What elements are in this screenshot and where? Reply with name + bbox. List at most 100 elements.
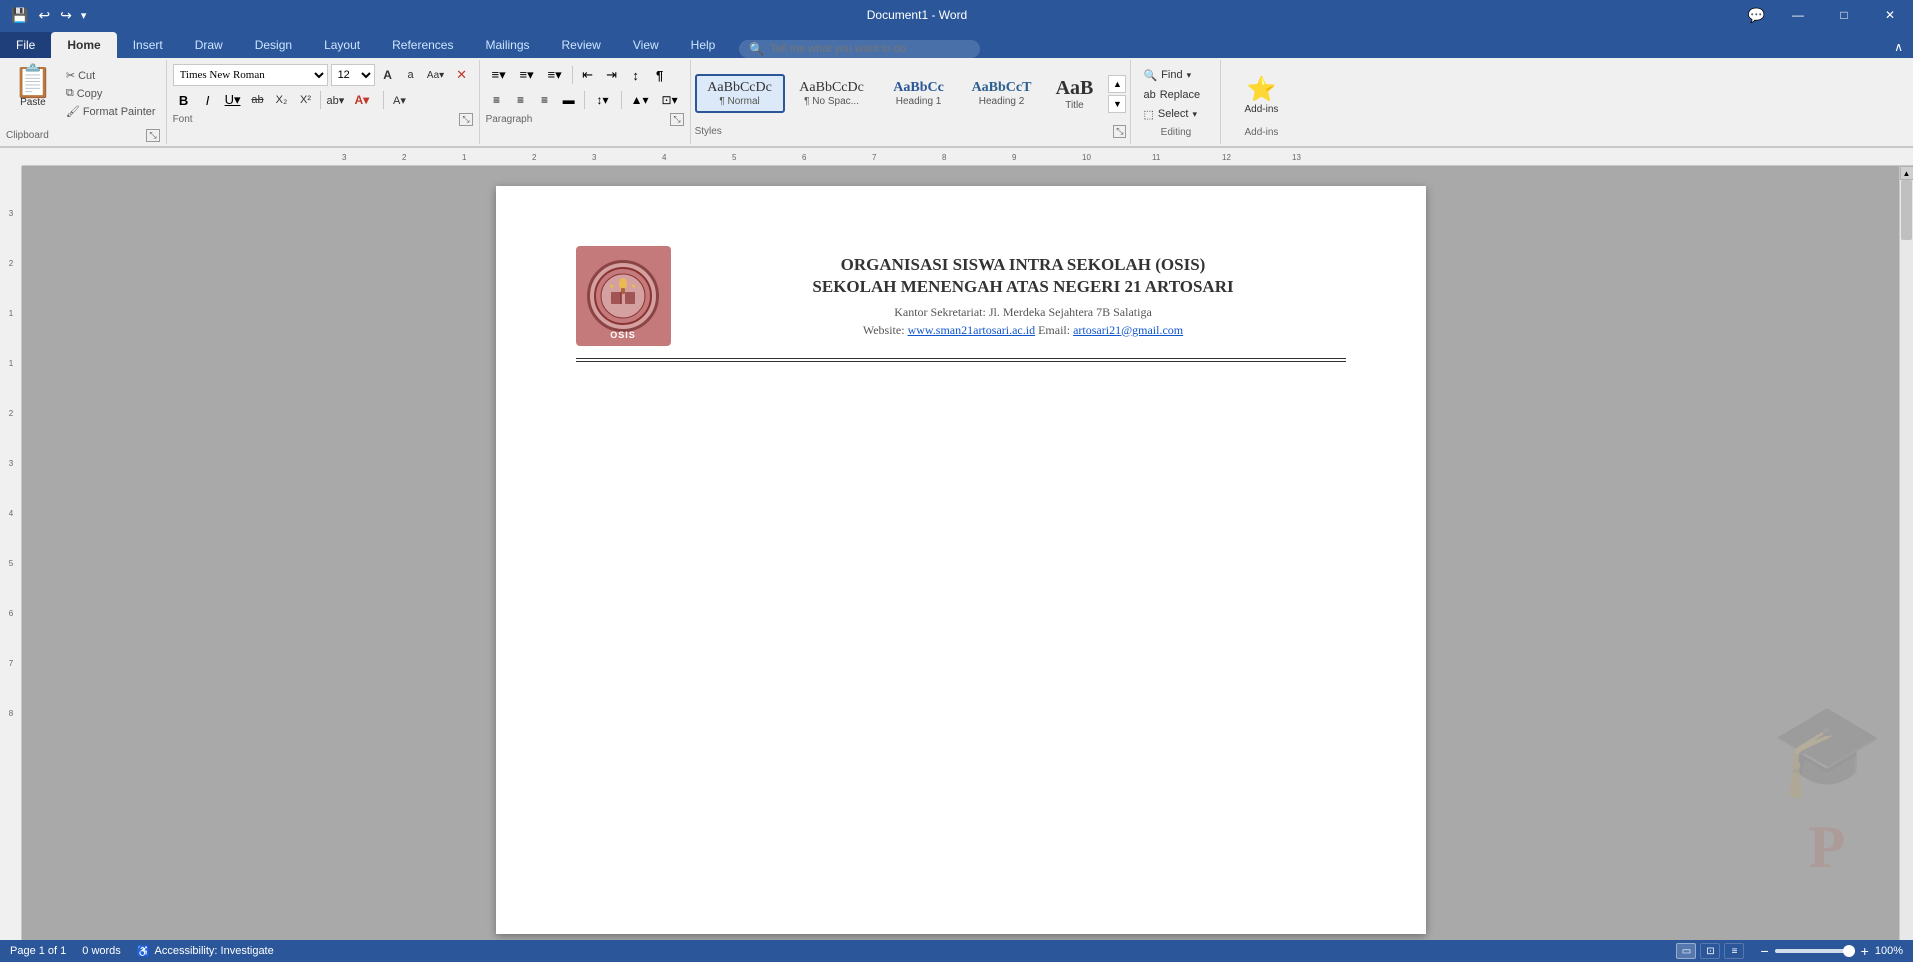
collapse-ribbon-btn[interactable]: ∧: [1884, 36, 1913, 58]
styles-scroll-down-btn[interactable]: ▼: [1108, 95, 1126, 113]
format-painter-button[interactable]: 🖌 Format Painter: [62, 103, 160, 120]
select-btn[interactable]: ⬚ Select▾: [1139, 106, 1212, 123]
tab-layout[interactable]: Layout: [308, 32, 376, 58]
tab-home[interactable]: Home: [51, 32, 116, 58]
style-no-spacing[interactable]: AaBbCcDc ¶ No Spac...: [787, 75, 877, 112]
shading-btn[interactable]: ▲▾: [626, 89, 654, 111]
align-center-btn[interactable]: ≡: [510, 89, 532, 111]
copy-button[interactable]: ⧉ Copy: [62, 85, 160, 102]
subscript-btn[interactable]: X₂: [270, 89, 292, 111]
email-link[interactable]: artosari21@gmail.com: [1073, 323, 1183, 337]
tab-review[interactable]: Review: [546, 32, 617, 58]
vertical-scrollbar[interactable]: ▲ ▼: [1899, 166, 1913, 954]
close-btn[interactable]: ✕: [1867, 0, 1913, 30]
align-right-btn[interactable]: ≡: [534, 89, 556, 111]
scrollbar-up-btn[interactable]: ▲: [1900, 166, 1913, 180]
paragraph-expand-icon[interactable]: ⤡: [670, 113, 683, 126]
clear-formatting-btn[interactable]: ✕: [451, 64, 473, 86]
maximize-btn[interactable]: □: [1821, 0, 1867, 30]
line-spacing-btn[interactable]: ↕▾: [589, 89, 617, 111]
web-layout-btn[interactable]: ⊡: [1700, 943, 1720, 959]
text-effects-btn[interactable]: A▾: [388, 89, 410, 111]
decrease-indent-btn[interactable]: ⇤: [577, 64, 599, 86]
font-size-select[interactable]: 12: [331, 64, 375, 86]
tab-insert[interactable]: Insert: [117, 32, 179, 58]
org-website-line: Website: www.sman21artosari.ac.id Email:…: [701, 323, 1346, 338]
svg-text:★: ★: [609, 283, 614, 290]
scrollbar-thumb[interactable]: [1901, 180, 1912, 240]
text-highlight-btn[interactable]: ab▾: [325, 89, 351, 111]
page[interactable]: ★ ★ OSIS ORGANISASI SISWA INTRA SEKOLAH …: [496, 186, 1426, 934]
borders-btn[interactable]: ⊡▾: [656, 89, 684, 111]
styles-scroll-up-btn[interactable]: ▲: [1108, 75, 1126, 93]
italic-btn[interactable]: I: [197, 89, 219, 111]
svg-text:1: 1: [8, 359, 13, 368]
logo-text: OSIS: [610, 330, 636, 340]
tab-mailings[interactable]: Mailings: [469, 32, 545, 58]
clipboard-expand-icon[interactable]: ⤡: [146, 129, 159, 142]
minimize-btn[interactable]: —: [1775, 0, 1821, 30]
tab-file[interactable]: File: [0, 32, 51, 58]
style-heading1[interactable]: AaBbCc Heading 1: [879, 75, 959, 112]
read-mode-btn[interactable]: ≡: [1724, 943, 1744, 959]
font-expand-icon[interactable]: ⤡: [459, 113, 472, 126]
styles-expand-icon[interactable]: ⤡: [1113, 125, 1126, 138]
select-icon: ⬚: [1143, 108, 1153, 121]
tab-help[interactable]: Help: [675, 32, 732, 58]
style-normal[interactable]: AaBbCcDc ¶ Normal: [695, 74, 785, 113]
zoom-thumb[interactable]: [1843, 945, 1855, 957]
svg-text:8: 8: [942, 153, 947, 162]
bold-btn[interactable]: B: [173, 89, 195, 111]
org-name-2: SEKOLAH MENENGAH ATAS NEGERI 21 ARTOSARI: [701, 277, 1346, 297]
redo-qat-btn[interactable]: ↪: [57, 5, 75, 26]
zoom-out-btn[interactable]: −: [1760, 943, 1768, 959]
find-btn[interactable]: 🔍 Find▾: [1139, 67, 1212, 84]
style-title[interactable]: AaB Title: [1044, 72, 1104, 116]
customize-qat-btn[interactable]: ▾: [79, 7, 89, 24]
addins-btn[interactable]: ⭐ Add-ins: [1236, 70, 1288, 120]
zoom-slider[interactable]: [1775, 949, 1855, 953]
svg-text:3: 3: [8, 209, 13, 218]
strikethrough-btn[interactable]: ab: [246, 89, 268, 111]
font-shrink-btn[interactable]: a: [401, 64, 421, 86]
sort-btn[interactable]: ↕: [625, 64, 647, 86]
tab-design[interactable]: Design: [239, 32, 308, 58]
save-qat-btn[interactable]: 💾: [8, 5, 31, 26]
ruler-svg: 3 2 1 2 3 4 5 6 7 8 9 10 11 12 13: [22, 148, 1913, 166]
superscript-btn[interactable]: X²: [294, 89, 316, 111]
document-content[interactable]: [576, 382, 1346, 782]
print-layout-btn[interactable]: ▭: [1676, 943, 1696, 959]
tab-view[interactable]: View: [617, 32, 675, 58]
svg-text:10: 10: [1082, 153, 1091, 162]
style-heading2[interactable]: AaBbCcT Heading 2: [961, 75, 1043, 112]
numbering-btn[interactable]: ≡▾: [514, 64, 540, 86]
increase-indent-btn[interactable]: ⇥: [601, 64, 623, 86]
bullets-btn[interactable]: ≡▾: [486, 64, 512, 86]
font-color-btn[interactable]: A▾: [353, 89, 379, 111]
underline-btn[interactable]: U▾: [221, 89, 245, 111]
paste-button[interactable]: 📋 Paste: [6, 60, 60, 127]
search-input[interactable]: [770, 43, 970, 55]
change-case-btn[interactable]: Aa▾: [424, 64, 448, 86]
svg-text:4: 4: [662, 153, 667, 162]
tab-references[interactable]: References: [376, 32, 469, 58]
chat-icon[interactable]: 💬: [1738, 7, 1775, 24]
accessibility-status[interactable]: ♿ Accessibility: Investigate: [137, 945, 274, 958]
undo-qat-btn[interactable]: ↩: [35, 5, 53, 26]
watermark: 🎓 P: [1771, 698, 1883, 882]
font-grow-btn[interactable]: A: [378, 64, 398, 86]
cut-button[interactable]: ✂ Cut: [62, 67, 160, 84]
svg-text:1: 1: [462, 153, 467, 162]
multilevel-btn[interactable]: ≡▾: [542, 64, 568, 86]
font-name-select[interactable]: Times New Roman: [173, 64, 328, 86]
replace-btn[interactable]: ab Replace: [1139, 87, 1212, 103]
tab-draw[interactable]: Draw: [179, 32, 239, 58]
svg-text:3: 3: [592, 153, 597, 162]
show-formatting-btn[interactable]: ¶: [649, 64, 671, 86]
justify-btn[interactable]: ▬: [558, 89, 580, 111]
align-left-btn[interactable]: ≡: [486, 89, 508, 111]
view-buttons: ▭ ⊡ ≡: [1676, 943, 1744, 959]
website-link[interactable]: www.sman21artosari.ac.id: [908, 323, 1036, 337]
zoom-in-btn[interactable]: +: [1861, 943, 1869, 959]
org-logo: ★ ★ OSIS: [576, 246, 671, 346]
